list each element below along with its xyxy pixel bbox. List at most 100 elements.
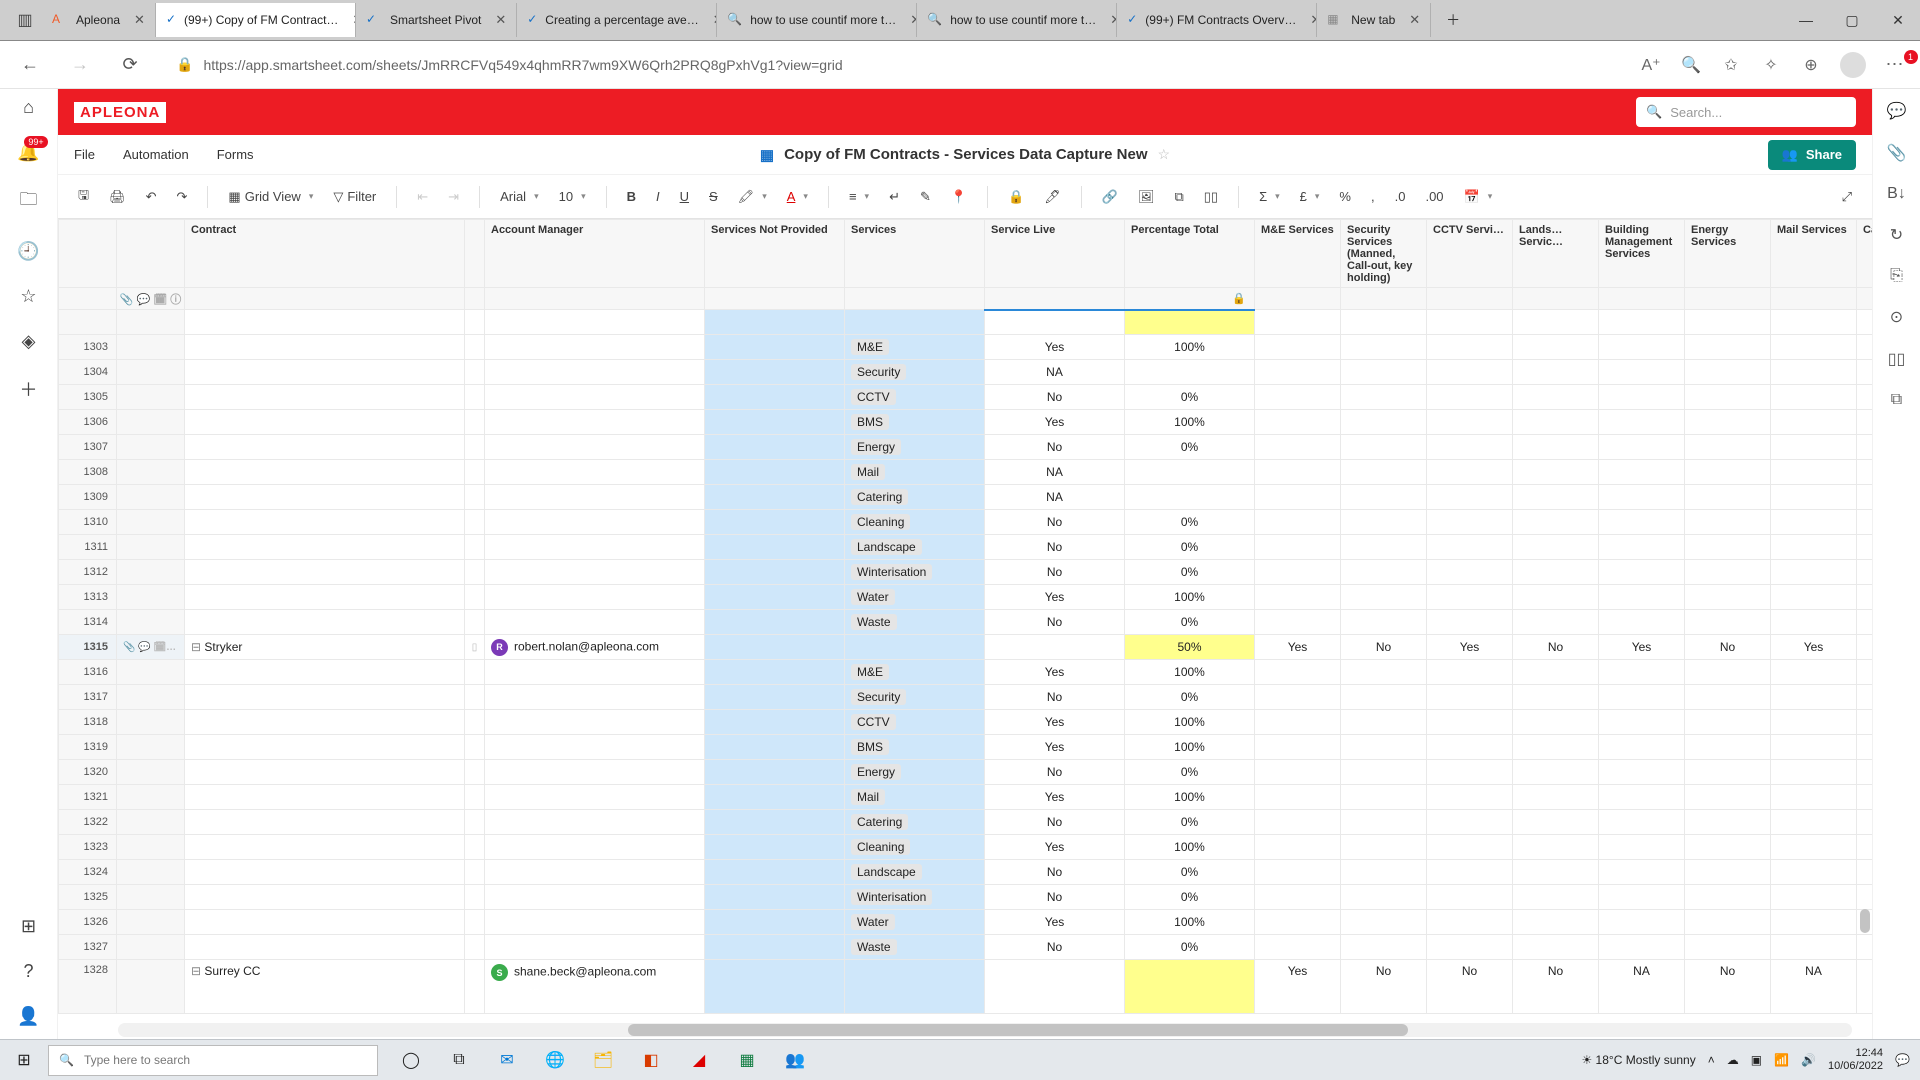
strikethrough-icon[interactable]: S — [703, 185, 724, 208]
notifications-icon[interactable]: 🔔99+ — [17, 142, 39, 163]
col-services-not-provided[interactable]: Services Not Provided — [705, 220, 845, 288]
zoom-icon[interactable]: 🔍 — [1680, 54, 1702, 76]
url-field[interactable]: 🔒 https://app.smartsheet.com/sheets/JmRR… — [164, 56, 1622, 73]
close-tab-icon[interactable]: ✕ — [128, 12, 145, 28]
outdent-icon[interactable]: ⇤ — [411, 185, 434, 209]
indent-icon[interactable]: ⇥ — [442, 185, 465, 209]
close-tab-icon[interactable]: ✕ — [904, 12, 917, 28]
volume-icon[interactable]: 🔊 — [1801, 1053, 1816, 1067]
cortana-icon[interactable]: ⧉ — [436, 1040, 482, 1080]
image-icon[interactable]: 🖼 — [1132, 185, 1161, 209]
window-close-button[interactable]: ✕ — [1876, 3, 1920, 37]
teams-icon[interactable]: 👥 — [772, 1040, 818, 1080]
table-row[interactable]: 1304SecurityNA — [59, 360, 1873, 385]
edge-icon[interactable]: 🌐 — [532, 1040, 578, 1080]
table-row[interactable]: 1303M&EYes100% — [59, 335, 1873, 360]
col-contract[interactable]: Contract — [185, 220, 465, 288]
currency-icon[interactable]: £ — [1294, 185, 1326, 208]
activity-log-icon[interactable]: ⊙ — [1890, 307, 1903, 327]
close-tab-icon[interactable]: ✕ — [1304, 12, 1317, 28]
vertical-scrollbar-thumb[interactable] — [1860, 909, 1870, 933]
table-row[interactable]: 1324LandscapeNo0% — [59, 860, 1873, 885]
back-button[interactable]: ← — [14, 49, 46, 81]
favorite-icon[interactable]: ✩ — [1720, 54, 1742, 76]
col-me-services[interactable]: M&E Services — [1255, 220, 1341, 288]
taskbar-clock[interactable]: 12:4410/06/2022 — [1828, 1047, 1883, 1073]
clear-format-icon[interactable]: ✎ — [914, 185, 937, 209]
favorites-bar-icon[interactable]: ✧ — [1760, 54, 1782, 76]
browser-tab[interactable]: ✓Creating a percentage ave…✕ — [517, 3, 717, 37]
weather-widget[interactable]: ☀ 18°C Mostly sunny — [1581, 1053, 1695, 1067]
highlight-icon[interactable]: 🖊 — [1038, 185, 1067, 209]
new-tab-button[interactable]: ＋ — [1431, 3, 1475, 37]
table-row[interactable]: 1323CleaningYes100% — [59, 835, 1873, 860]
underline-icon[interactable]: U — [674, 185, 695, 208]
col-mail-services[interactable]: Mail Services — [1771, 220, 1857, 288]
close-tab-icon[interactable]: ✕ — [1104, 12, 1117, 28]
col-services[interactable]: Services — [845, 220, 985, 288]
explorer-icon[interactable]: 🗂 — [580, 1040, 626, 1080]
print-icon[interactable]: 🖨 — [103, 185, 132, 209]
table-row[interactable]: 1313WaterYes100% — [59, 585, 1873, 610]
home-icon[interactable]: ⌂ — [23, 97, 34, 118]
col-energy-services[interactable]: Energy Services — [1685, 220, 1771, 288]
close-tab-icon[interactable]: ✕ — [346, 12, 356, 28]
window-maximize-button[interactable]: ▢ — [1830, 3, 1874, 37]
global-search-input[interactable]: 🔍 Search... — [1636, 97, 1856, 127]
menu-automation[interactable]: Automation — [123, 147, 189, 162]
redo-icon[interactable]: ↷ — [171, 185, 194, 209]
view-switcher[interactable]: ▦ Grid View — [222, 185, 319, 209]
collections-icon[interactable]: ⊕ — [1800, 54, 1822, 76]
favorites-rail-icon[interactable]: ☆ — [20, 286, 36, 307]
help-icon[interactable]: ? — [23, 961, 33, 982]
fill-color-icon[interactable]: 🖍 — [732, 185, 773, 209]
browser-tab[interactable]: ▦New tab✕ — [1317, 3, 1431, 37]
task-view-icon[interactable]: ◯ — [388, 1040, 434, 1080]
table-row[interactable]: 1318CCTVYes100% — [59, 710, 1873, 735]
align-icon[interactable]: ≡ — [843, 185, 875, 208]
window-minimize-button[interactable]: — — [1784, 3, 1828, 37]
sum-icon[interactable]: Σ — [1253, 185, 1286, 208]
battery-icon[interactable]: ▣ — [1751, 1053, 1762, 1067]
outlook-icon[interactable]: ✉ — [484, 1040, 530, 1080]
account-icon[interactable]: 👤 — [17, 1006, 39, 1027]
office-icon[interactable]: ◧ — [628, 1040, 674, 1080]
tray-chevron-icon[interactable]: ˄ — [1708, 1053, 1715, 1067]
browser-tab[interactable]: ✓(99+) Copy of FM Contract…✕ — [156, 3, 356, 37]
close-tab-icon[interactable]: ✕ — [707, 12, 718, 28]
table-row[interactable]: 1308MailNA — [59, 460, 1873, 485]
share-button[interactable]: 👥 Share — [1768, 140, 1856, 170]
col-service-live[interactable]: Service Live — [985, 220, 1125, 288]
read-aloud-icon[interactable]: A⁺ — [1640, 54, 1662, 76]
filter-button[interactable]: ▽ Filter — [327, 185, 382, 209]
font-size-picker[interactable]: 10 — [553, 185, 592, 208]
decrease-decimal-icon[interactable]: .0 — [1389, 185, 1412, 208]
table-row[interactable]: 1322CateringNo0% — [59, 810, 1873, 835]
col-catering-services[interactable]: Cater Servi — [1857, 220, 1873, 288]
favorite-star-icon[interactable]: ☆ — [1158, 146, 1171, 163]
col-percentage-total[interactable]: Percentage Total — [1125, 220, 1255, 288]
browser-menu-button[interactable]: ⋯1 — [1884, 54, 1906, 76]
attachments-icon[interactable]: 📎 — [1887, 143, 1907, 163]
table-row[interactable]: 1327WasteNo0% — [59, 935, 1873, 960]
site-info-icon[interactable]: 🔒 — [176, 56, 193, 73]
update-requests-icon[interactable]: ↻ — [1890, 225, 1903, 245]
table-row[interactable]: 1315📎 💬 🗓 🔔⊟ Stryker▯Rrobert.nolan@apleo… — [59, 635, 1873, 660]
col-cctv-services[interactable]: CCTV Services — [1427, 220, 1513, 288]
font-picker[interactable]: Arial — [494, 185, 545, 208]
italic-icon[interactable]: I — [650, 185, 666, 208]
barcode-icon[interactable]: ▯▯ — [1198, 185, 1224, 209]
lock-icon[interactable]: 🔒 — [1002, 185, 1030, 209]
increase-decimal-icon[interactable]: .00 — [1419, 185, 1449, 208]
tab-actions-icon[interactable]: ▥ — [8, 3, 42, 37]
table-row[interactable]: 1326WaterYes100% — [59, 910, 1873, 935]
symbols-icon[interactable]: ⧉ — [1168, 185, 1189, 209]
date-format-icon[interactable]: 📅 — [1458, 185, 1499, 209]
wrap-icon[interactable]: ↵ — [883, 185, 906, 209]
taskbar-search-input[interactable]: 🔍 Type here to search — [48, 1045, 378, 1076]
brandfolder-icon[interactable]: ⧉ — [1891, 391, 1902, 409]
table-row[interactable]: 1311LandscapeNo0% — [59, 535, 1873, 560]
acrobat-icon[interactable]: ◢ — [676, 1040, 722, 1080]
expand-icon[interactable]: ⤢ — [1836, 185, 1858, 209]
menu-file[interactable]: File — [74, 147, 95, 162]
